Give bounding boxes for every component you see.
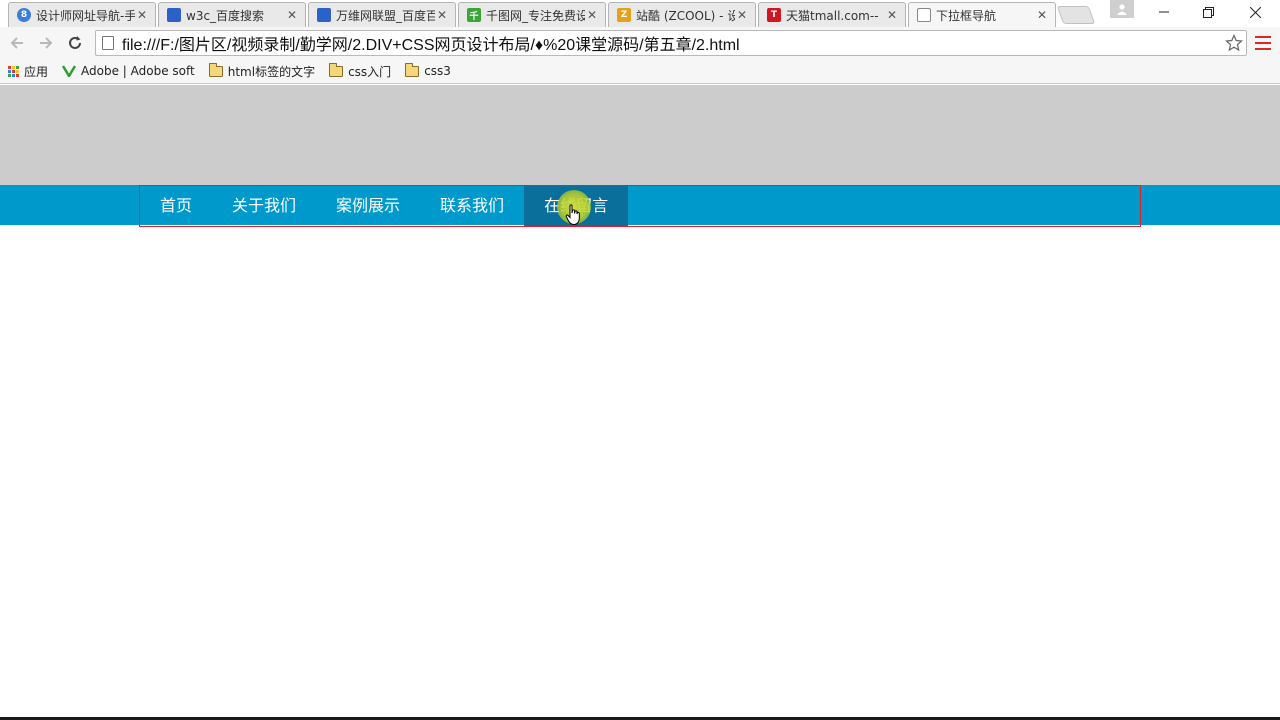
folder-icon: [405, 62, 420, 77]
bookmark-apps[interactable]: 应用: [8, 63, 48, 80]
header-banner: [0, 85, 1280, 185]
qiantu-icon: 千: [467, 8, 481, 22]
menu-icon[interactable]: [1255, 36, 1271, 50]
page-viewport: 首页 关于我们 案例展示 联系我们 在线留言: [0, 85, 1280, 720]
apps-grid-icon: [8, 65, 19, 77]
bookmarks-bar: 应用 Adobe | Adobe soft html标签的文字 css入门 cs…: [0, 59, 1280, 84]
circle-8-icon: 8: [17, 8, 31, 22]
new-tab-button[interactable]: [1056, 6, 1096, 24]
reload-icon[interactable]: [64, 32, 86, 54]
close-icon[interactable]: ✕: [735, 8, 749, 22]
bookmark-label: Adobe | Adobe soft: [81, 64, 195, 78]
close-icon[interactable]: ✕: [135, 8, 149, 22]
back-arrow-icon[interactable]: [6, 32, 28, 54]
close-icon[interactable]: ✕: [585, 8, 599, 22]
bookmark-folder-css3[interactable]: css3: [405, 62, 451, 78]
nav-item-message[interactable]: 在线留言: [524, 186, 629, 226]
bookmark-folder-html[interactable]: html标签的文字: [208, 62, 316, 80]
zcool-icon: Z: [617, 8, 631, 22]
tab-2[interactable]: 🐾 万维网联盟_百度百 ✕: [308, 2, 456, 27]
tab-title: 下拉框导航: [936, 8, 997, 23]
bookmark-adobe[interactable]: Adobe | Adobe soft: [62, 64, 195, 78]
tab-4[interactable]: Z 站酷 (ZCOOL) - 设 ✕: [608, 2, 756, 27]
bookmark-label: css3: [424, 64, 451, 78]
baidu-paw-icon: 🐾: [317, 8, 331, 22]
address-bar[interactable]: file:///F:/图片区/视频录制/勤学网/2.DIV+CSS网页设计布局/…: [95, 30, 1247, 56]
close-icon[interactable]: ✕: [1035, 8, 1049, 22]
tab-title: 设计师网址导航-手: [36, 8, 135, 23]
tab-strip: 8 设计师网址导航-手 ✕ 🐾 w3c_百度搜索 ✕ 🐾 万维网联盟_百度百 ✕…: [0, 0, 1280, 27]
tab-active[interactable]: 下拉框导航 ✕: [908, 2, 1056, 27]
nav-item-contact[interactable]: 联系我们: [420, 186, 524, 226]
folder-icon: [329, 62, 344, 77]
tab-5[interactable]: T 天猫tmall.com-- ✕: [758, 2, 906, 27]
url-text: file:///F:/图片区/视频录制/勤学网/2.DIV+CSS网页设计布局/…: [122, 37, 740, 54]
nav-item-about[interactable]: 关于我们: [212, 186, 316, 226]
vector-v-icon: [62, 65, 77, 77]
bookmark-label: 应用: [24, 64, 49, 79]
baidu-paw-icon: 🐾: [167, 8, 181, 22]
tmall-icon: T: [767, 8, 781, 22]
profile-icon[interactable]: [1110, 0, 1134, 18]
nav-container: 首页 关于我们 案例展示 联系我们 在线留言: [139, 185, 1141, 227]
close-window-icon[interactable]: [1233, 0, 1278, 24]
forward-arrow-icon[interactable]: [35, 32, 57, 54]
tab-title: w3c_百度搜索: [186, 8, 265, 23]
bookmark-folder-css-intro[interactable]: css入门: [329, 62, 392, 80]
close-icon[interactable]: ✕: [885, 8, 899, 22]
nav-item-cases[interactable]: 案例展示: [316, 186, 420, 226]
tab-1[interactable]: 🐾 w3c_百度搜索 ✕: [158, 2, 306, 27]
tab-3[interactable]: 千 千图网_专注免费设 ✕: [458, 2, 606, 27]
tab-title: 万维网联盟_百度百: [336, 8, 435, 23]
nav-item-home[interactable]: 首页: [140, 186, 212, 226]
close-icon[interactable]: ✕: [435, 8, 449, 22]
page-icon: [102, 36, 114, 50]
folder-icon: [208, 62, 223, 77]
tab-title: 千图网_专注免费设: [486, 8, 585, 23]
page-icon: [917, 8, 931, 22]
bookmark-label: html标签的文字: [227, 64, 316, 79]
tab-title: 天猫tmall.com--: [786, 8, 879, 23]
bookmark-star-icon[interactable]: [1224, 33, 1244, 53]
tab-0[interactable]: 8 设计师网址导航-手 ✕: [8, 2, 156, 27]
close-icon[interactable]: ✕: [285, 8, 299, 22]
bookmark-label: css入门: [348, 64, 392, 79]
tab-title: 站酷 (ZCOOL) - 设: [636, 8, 735, 23]
restore-icon[interactable]: [1186, 0, 1231, 24]
minimize-icon[interactable]: [1141, 0, 1186, 24]
